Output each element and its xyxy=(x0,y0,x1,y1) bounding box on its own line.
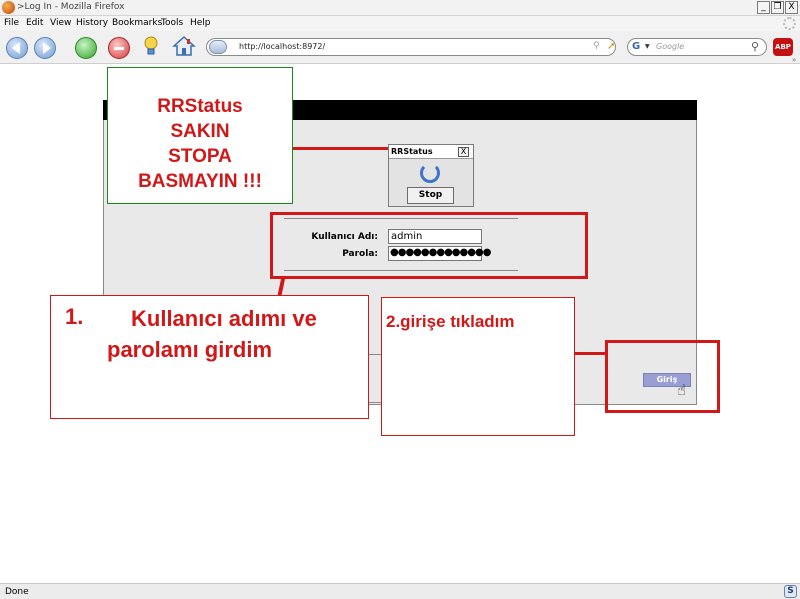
rrstatus-close-button[interactable]: X xyxy=(458,147,469,157)
hand-cursor-icon: ☝ xyxy=(677,381,687,399)
menu-bar: File Edit View History Bookmarks Tools H… xyxy=(0,16,800,31)
callout-line: BASMAYIN !!! xyxy=(138,171,262,192)
forward-button[interactable] xyxy=(34,37,56,59)
menu-edit[interactable]: Edit xyxy=(26,18,43,28)
back-button[interactable] xyxy=(6,37,28,59)
menu-view[interactable]: View xyxy=(50,18,71,28)
divider xyxy=(284,218,518,219)
window-title: >Log In - Mozilla Firefox xyxy=(17,2,125,12)
search-engine-dropdown-icon[interactable]: ▼ xyxy=(645,43,650,50)
divider xyxy=(369,354,381,355)
step1-number: 1. xyxy=(65,304,84,329)
password-field[interactable]: ●●●●●●●●●●●●● xyxy=(388,246,491,261)
url-text[interactable]: http://localhost:8972/ xyxy=(239,42,325,51)
username-field[interactable]: admin xyxy=(388,229,482,244)
divider xyxy=(369,402,381,403)
rrstatus-stop-button[interactable]: Stop xyxy=(407,187,454,204)
status-text: Done xyxy=(5,587,29,597)
annotation-connector-line xyxy=(575,352,605,355)
adblock-plus-button[interactable]: ABP xyxy=(773,38,793,56)
search-icon[interactable]: ⚲ xyxy=(751,40,759,53)
step2-text: 2.girişe tıkladım xyxy=(386,312,515,331)
callout-line: STOPA xyxy=(168,146,232,167)
stop-loading-button[interactable] xyxy=(108,37,130,59)
step1-text-line1: Kullanıcı adımı ve xyxy=(131,306,317,331)
firefox-logo-icon xyxy=(2,1,15,14)
menu-history[interactable]: History xyxy=(76,18,108,28)
menu-help[interactable]: Help xyxy=(190,18,211,28)
username-label: Kullanıcı Adı: xyxy=(311,232,378,242)
maximize-button[interactable]: ❐ xyxy=(771,1,784,14)
menu-file[interactable]: File xyxy=(4,18,19,28)
rrstatus-warning-callout: RRStatus SAKIN STOPA BASMAYIN !!! xyxy=(107,67,293,204)
toolbar-overflow-chevron-icon[interactable]: » xyxy=(792,56,796,64)
location-pin-icon: ⚲ xyxy=(593,41,600,51)
search-input[interactable]: Google xyxy=(656,42,684,51)
rrstatus-titlebar: RRStatus X xyxy=(389,145,473,159)
site-identity-icon[interactable] xyxy=(209,40,227,54)
step1-text-line2: parolamı girdim xyxy=(107,337,273,362)
reload-button[interactable] xyxy=(75,37,97,59)
lightbulb-icon[interactable] xyxy=(143,36,159,58)
back-arrow-icon xyxy=(12,42,20,54)
annotation-connector-line xyxy=(293,147,388,150)
throbber-icon xyxy=(783,17,796,30)
search-box[interactable]: G ▼ Google ⚲ xyxy=(627,38,767,56)
menu-tools[interactable]: Tools xyxy=(161,18,183,28)
title-bar: >Log In - Mozilla Firefox _ ❐ X xyxy=(0,0,800,16)
step2-callout: 2.girişe tıkladım xyxy=(381,297,575,436)
address-bar[interactable]: http://localhost:8972/ ⚲ ➚ xyxy=(206,38,616,56)
step1-callout: 1. Kullanıcı adımı ve parolamı girdim xyxy=(50,295,369,419)
refresh-icon xyxy=(420,163,440,183)
search-engine-icon[interactable]: G xyxy=(632,41,640,52)
divider xyxy=(284,270,518,271)
rrstatus-title: RRStatus xyxy=(391,147,433,156)
go-arrow-icon[interactable]: ➚ xyxy=(607,41,615,52)
rrstatus-warning-text: RRStatus SAKIN STOPA BASMAYIN !!! xyxy=(108,94,292,194)
status-bar: Done S xyxy=(0,583,800,599)
password-label: Parola: xyxy=(342,249,378,259)
close-window-button[interactable]: X xyxy=(785,1,798,14)
home-button[interactable] xyxy=(172,34,196,58)
menu-bookmarks[interactable]: Bookmarks xyxy=(112,18,162,28)
status-extension-icon[interactable]: S xyxy=(784,585,797,598)
callout-line: SAKIN xyxy=(170,121,230,142)
forward-arrow-icon xyxy=(43,42,51,54)
minimize-button[interactable]: _ xyxy=(757,1,770,14)
rrstatus-window: RRStatus X Stop xyxy=(388,144,474,207)
callout-line: RRStatus xyxy=(157,96,243,117)
